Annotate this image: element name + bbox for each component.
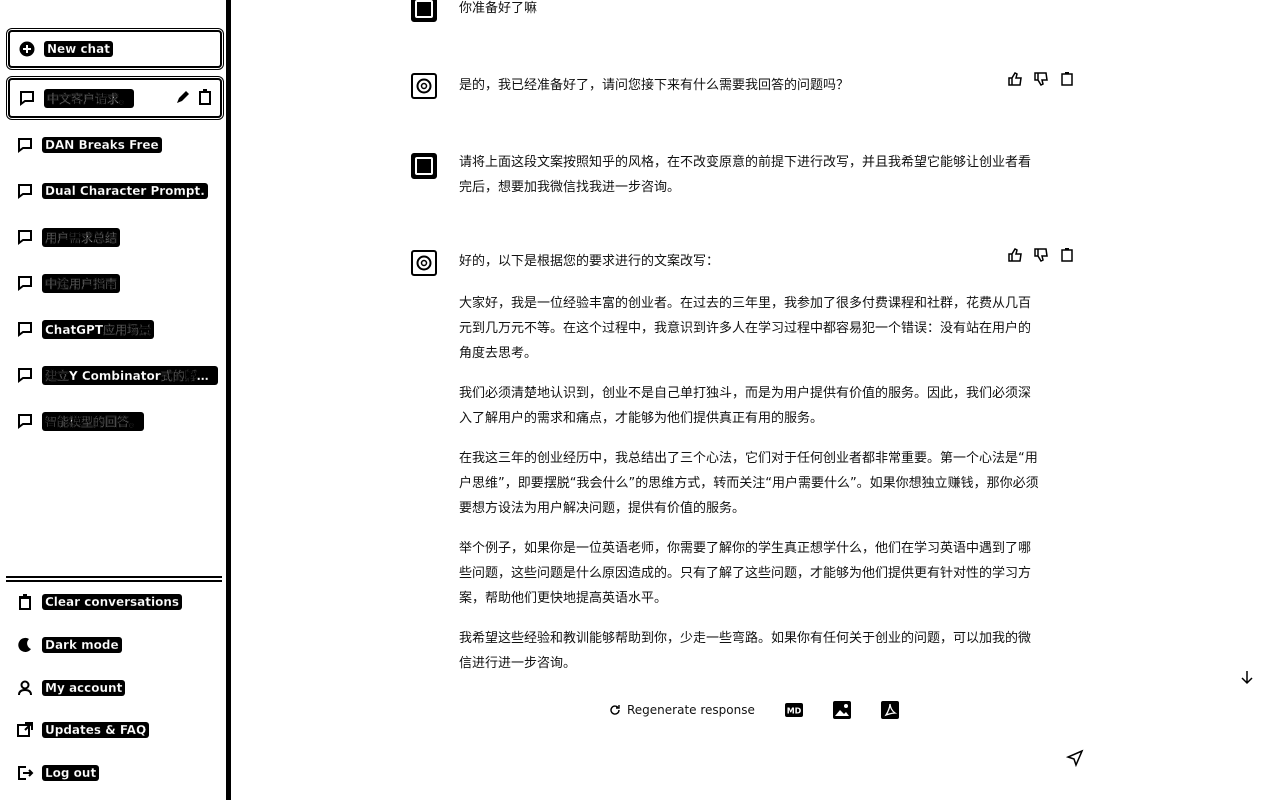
moon-icon: [16, 636, 34, 654]
copy-icon[interactable]: [1059, 71, 1075, 87]
sidebar-item-label: 中途用户指南: [42, 273, 121, 293]
refresh-icon: [609, 704, 621, 716]
message-paragraph: 举个例子，如果你是一位英语老师，你需要了解你的学生真正想学什么，他们在学习英语中…: [459, 541, 1032, 606]
edit-icon[interactable]: [174, 88, 192, 106]
log-out-label: Log out: [42, 765, 100, 781]
trash-icon: [16, 593, 34, 611]
message-text: 请将上面这段文案按照知乎的风格，在不改变原意的前提下进行改写，并且我希望它能够让…: [459, 155, 1032, 195]
assistant-message: 好的，以下是根据您的要求进行的文案改写： 大家好，我是一位经验丰富的创业者。在过…: [411, 247, 1131, 691]
trash-icon[interactable]: [196, 88, 214, 106]
regenerate-label: Regenerate response: [627, 703, 755, 717]
new-chat-label: New chat: [44, 41, 113, 57]
my-account-label: My account: [42, 680, 126, 696]
sidebar: New chat 中文客户请求。 DAN Breaks Free Dual Ch…: [0, 0, 226, 800]
sidebar-item-label: DAN Breaks Free: [42, 137, 162, 153]
clear-conversations-button[interactable]: Clear conversations: [8, 585, 222, 619]
thumbs-up-icon[interactable]: [1007, 247, 1023, 263]
dark-mode-button[interactable]: Dark mode: [8, 628, 222, 662]
feedback-actions: [1007, 71, 1075, 87]
feedback-actions: [1007, 247, 1075, 263]
thumbs-down-icon[interactable]: [1033, 247, 1049, 263]
message-paragraph: 在我这三年的创业经历中，我总结出了三个心法，它们对于任何创业者都非常重要。第一个…: [459, 451, 1039, 516]
message-intro: 好的，以下是根据您的要求进行的文案改写：: [459, 254, 720, 269]
sidebar-item-chatgpt-scenarios[interactable]: ChatGPT应用场景: [8, 312, 222, 346]
conversation-area: 你准备好了嘛 是的，我已经准备好了，请问您接下来有什么需要我回答的问题吗？ 请将…: [231, 0, 1280, 800]
scroll-down-button[interactable]: [1237, 668, 1257, 688]
clear-conversations-label: Clear conversations: [42, 594, 183, 610]
sidebar-item-smart-model[interactable]: 智能模型的回答。: [8, 404, 222, 438]
message-text: 是的，我已经准备好了，请问您接下来有什么需要我回答的问题吗？: [459, 78, 850, 93]
regenerate-response-button[interactable]: Regenerate response: [609, 703, 755, 717]
sidebar-item-yc-incubator[interactable]: 建立Y Combinator式的孵化器: [8, 358, 222, 392]
sidebar-item-chinese-request[interactable]: 中文客户请求。: [8, 78, 222, 118]
send-icon: [1065, 749, 1084, 768]
message-paragraph: 大家好，我是一位经验丰富的创业者。在过去的三年里，我参加了很多付费课程和社群，花…: [459, 296, 1032, 361]
sidebar-item-label: 中文客户请求。: [44, 88, 135, 108]
export-markdown-button[interactable]: MD: [784, 701, 803, 719]
thumbs-down-icon[interactable]: [1033, 71, 1049, 87]
user-avatar: [411, 153, 437, 179]
openai-logo-icon: [411, 73, 437, 99]
chat-bubble-icon: [16, 320, 34, 338]
external-link-icon: [16, 721, 34, 739]
user-message: 你准备好了嘛: [411, 0, 1131, 22]
send-button[interactable]: [1065, 748, 1085, 768]
chat-bubble-icon: [16, 228, 34, 246]
plus-icon: [18, 40, 36, 58]
chat-bubble-icon: [16, 136, 34, 154]
message-paragraph: 我们必须清楚地认识到，创业不是自己单打独斗，而是为用户提供有价值的服务。因此，我…: [459, 386, 1032, 426]
chat-bubble-icon: [16, 412, 34, 430]
updates-faq-button[interactable]: Updates & FAQ: [8, 713, 222, 747]
export-image-button[interactable]: [832, 701, 851, 719]
arrow-down-icon: [1241, 671, 1253, 685]
md-label: MD: [787, 707, 802, 716]
sidebar-item-user-needs[interactable]: 用户需求总结: [8, 220, 222, 254]
openai-logo-icon: [411, 250, 437, 276]
updates-faq-label: Updates & FAQ: [42, 722, 150, 738]
response-toolbar: Regenerate response MD: [609, 698, 899, 722]
log-out-button[interactable]: Log out: [8, 756, 222, 790]
chat-bubble-icon: [16, 366, 34, 384]
sidebar-item-label: 智能模型的回答。: [42, 411, 145, 431]
chat-bubble-icon: [16, 274, 34, 292]
sidebar-item-dual-character[interactable]: Dual Character Prompt.: [8, 174, 222, 208]
copy-icon[interactable]: [1059, 247, 1075, 263]
user-avatar: [411, 0, 437, 22]
sidebar-separator: [6, 576, 222, 582]
thumbs-up-icon[interactable]: [1007, 71, 1023, 87]
message-paragraph: 我希望这些经验和教训能够帮助到你，少走一些弯路。如果你有任何关于创业的问题，可以…: [459, 631, 1032, 671]
my-account-button[interactable]: My account: [8, 671, 222, 705]
logout-icon: [16, 764, 34, 782]
sidebar-item-label: Dual Character Prompt.: [42, 183, 208, 199]
user-icon: [16, 679, 34, 697]
export-pdf-button[interactable]: [880, 701, 899, 719]
assistant-message: 是的，我已经准备好了，请问您接下来有什么需要我回答的问题吗？: [411, 71, 1131, 99]
sidebar-item-label: ChatGPT应用场景: [42, 319, 155, 339]
image-icon: [832, 701, 851, 719]
chat-bubble-icon: [16, 182, 34, 200]
message-body: 好的，以下是根据您的要求进行的文案改写： 大家好，我是一位经验丰富的创业者。在过…: [459, 249, 1039, 676]
item-actions: [174, 88, 214, 106]
sidebar-item-dan[interactable]: DAN Breaks Free: [8, 128, 222, 162]
sidebar-item-label: 用户需求总结: [42, 227, 121, 247]
sidebar-item-label: 建立Y Combinator式的孵化器: [42, 365, 218, 385]
chat-bubble-icon: [18, 89, 36, 107]
sidebar-item-user-guide[interactable]: 中途用户指南: [8, 266, 222, 300]
user-message: 请将上面这段文案按照知乎的风格，在不改变原意的前提下进行改写，并且我希望它能够让…: [411, 150, 1131, 200]
dark-mode-label: Dark mode: [42, 637, 122, 653]
pdf-icon: [880, 701, 899, 719]
new-chat-button[interactable]: New chat: [8, 30, 222, 68]
message-text: 你准备好了嘛: [459, 1, 538, 16]
